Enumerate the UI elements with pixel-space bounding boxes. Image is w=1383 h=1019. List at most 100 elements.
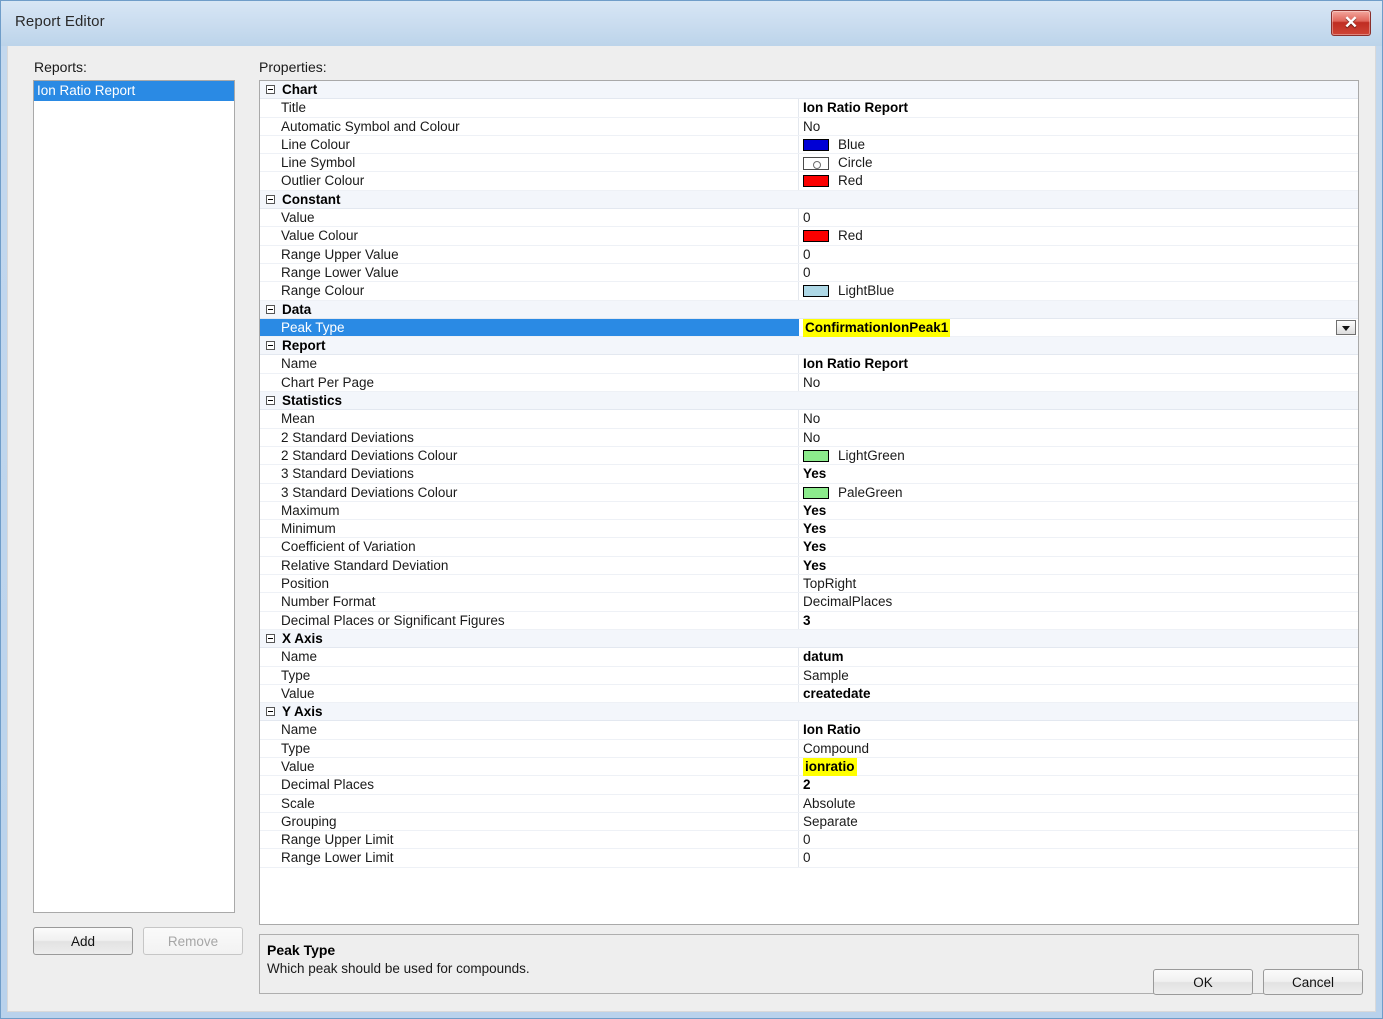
property-name: Type [281, 667, 311, 683]
property-name: Line Symbol [281, 155, 356, 171]
property-value: ionratio [803, 757, 857, 777]
property-name: 3 Standard Deviations Colour [281, 484, 458, 500]
property-category-row[interactable]: Data [260, 300, 1358, 319]
property-row[interactable]: Line Symbol Circle [260, 154, 1358, 173]
column-divider [798, 81, 799, 98]
property-name: Decimal Places [281, 777, 375, 793]
column-divider [798, 630, 799, 647]
property-row[interactable]: Mean No [260, 410, 1358, 429]
column-divider [798, 263, 799, 282]
collapse-icon[interactable] [266, 304, 275, 314]
property-category-row[interactable]: Y Axis [260, 703, 1358, 722]
column-divider [798, 428, 799, 446]
property-row[interactable]: Relative Standard Deviation Yes [260, 556, 1358, 576]
property-row[interactable]: Peak Type ConfirmationIonPeak1 [260, 318, 1358, 338]
category-label: X Axis [282, 630, 323, 646]
report-list-item[interactable]: Ion Ratio Report [34, 81, 234, 101]
property-row[interactable]: Value createdate [260, 684, 1358, 704]
column-divider [798, 757, 799, 776]
chevron-down-icon[interactable] [1336, 320, 1356, 336]
column-divider [798, 117, 799, 135]
collapse-icon[interactable] [266, 341, 275, 351]
close-button[interactable]: ✕ [1331, 10, 1371, 36]
column-divider [798, 446, 799, 465]
color-swatch [803, 486, 829, 499]
property-row[interactable]: Maximum Yes [260, 501, 1358, 521]
collapse-icon[interactable] [266, 707, 275, 717]
collapse-icon[interactable] [266, 396, 275, 406]
property-category-row[interactable]: X Axis [260, 629, 1358, 649]
column-divider [798, 410, 799, 428]
property-row[interactable]: Scale Absolute [260, 794, 1358, 813]
property-value: LightBlue [838, 283, 895, 299]
property-row[interactable]: Title Ion Ratio Report [260, 99, 1358, 118]
property-value: Separate [803, 813, 858, 829]
property-value: datum [803, 649, 844, 665]
ok-button[interactable]: OK [1153, 969, 1253, 995]
property-row[interactable]: Type Sample [260, 666, 1358, 685]
property-value: Ion Ratio [803, 722, 861, 738]
property-row[interactable]: Name Ion Ratio [260, 721, 1358, 740]
property-name: Peak Type [281, 319, 345, 335]
property-row[interactable]: Range Lower Value 0 [260, 263, 1358, 283]
property-row[interactable]: 2 Standard Deviations Colour LightGreen [260, 446, 1358, 466]
property-row[interactable]: Position TopRight [260, 575, 1358, 594]
property-row[interactable]: Coefficient of Variation Yes [260, 538, 1358, 557]
property-row[interactable]: Outlier Colour Red [260, 172, 1358, 191]
property-value-editor[interactable]: ConfirmationIonPeak1 [799, 318, 1358, 338]
column-divider [798, 392, 799, 409]
property-value: Blue [838, 136, 866, 152]
property-row[interactable]: Range Upper Value 0 [260, 245, 1358, 264]
column-divider [798, 465, 799, 483]
cancel-button[interactable]: Cancel [1263, 969, 1363, 995]
property-row[interactable]: Value 0 [260, 209, 1358, 228]
collapse-icon[interactable] [266, 633, 275, 643]
property-row[interactable]: Name datum [260, 648, 1358, 667]
property-name: Range Upper Limit [281, 832, 394, 848]
reports-label: Reports: [34, 59, 87, 75]
property-row[interactable]: Value Colour Red [260, 227, 1358, 246]
property-name: Coefficient of Variation [281, 539, 416, 555]
property-row[interactable]: Grouping Separate [260, 812, 1358, 832]
property-value: 3 [803, 612, 811, 628]
column-divider [798, 556, 799, 575]
property-row[interactable]: Value ionratio [260, 757, 1358, 777]
property-row[interactable]: 3 Standard Deviations Colour PaleGreen [260, 483, 1358, 502]
property-name: Line Colour [281, 136, 351, 152]
property-row[interactable]: 3 Standard Deviations Yes [260, 465, 1358, 484]
column-divider [798, 575, 799, 593]
description-title: Peak Type [267, 942, 336, 958]
property-category-row[interactable]: Report [260, 337, 1358, 356]
dialog-client-area: Reports: Properties: Ion Ratio Report Ad… [7, 46, 1376, 1012]
property-row[interactable]: Type Compound [260, 739, 1358, 758]
property-category-row[interactable]: Constant [260, 190, 1358, 210]
column-divider [798, 611, 799, 629]
property-row[interactable]: Decimal Places 2 [260, 776, 1358, 795]
property-row[interactable]: Line Colour Blue [260, 135, 1358, 155]
category-label: Chart [282, 82, 318, 97]
property-grid[interactable]: Chart Title Ion Ratio Report Automatic Symb… [259, 80, 1359, 925]
property-row[interactable]: Decimal Places or Significant Figures 3 [260, 611, 1358, 630]
property-row[interactable]: Range Colour LightBlue [260, 282, 1358, 301]
property-row[interactable]: 2 Standard Deviations No [260, 428, 1358, 447]
property-value: Yes [803, 539, 827, 555]
property-row[interactable]: Minimum Yes [260, 520, 1358, 539]
property-category-row[interactable]: Statistics [260, 392, 1358, 411]
property-row[interactable]: Range Lower Limit 0 [260, 849, 1358, 868]
property-category-row[interactable]: Chart [260, 81, 1358, 100]
property-value: Absolute [803, 795, 856, 811]
property-value: Yes [803, 521, 827, 537]
property-row[interactable]: Range Upper Limit 0 [260, 831, 1358, 850]
property-row[interactable]: Chart Per Page No [260, 373, 1358, 393]
property-name: Outlier Colour [281, 173, 365, 189]
reports-list[interactable]: Ion Ratio Report [33, 80, 235, 913]
collapse-icon[interactable] [266, 85, 275, 94]
property-row[interactable]: Automatic Symbol and Colour No [260, 117, 1358, 136]
collapse-icon[interactable] [266, 194, 275, 204]
property-value: LightGreen [838, 447, 905, 463]
property-value: Yes [803, 466, 827, 482]
property-row[interactable]: Name Ion Ratio Report [260, 355, 1358, 374]
color-swatch [803, 175, 829, 188]
property-row[interactable]: Number Format DecimalPlaces [260, 593, 1358, 612]
add-button[interactable]: Add [33, 927, 133, 955]
